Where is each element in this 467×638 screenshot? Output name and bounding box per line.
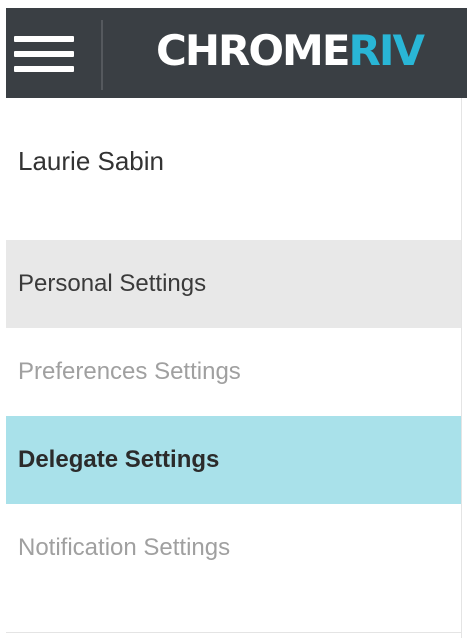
content-edge [461,98,467,638]
menu-item-delegate-settings[interactable]: Delegate Settings [6,416,461,504]
menu-item-label: Delegate Settings [18,446,220,473]
brand-logo[interactable]: CHROMERIV [156,26,467,76]
user-section: Laurie Sabin [6,98,461,240]
hamburger-line [14,66,74,72]
logo-accent-text: RIV [348,26,425,75]
hamburger-line [14,36,74,42]
menu-item-preferences-settings[interactable]: Preferences Settings [6,328,461,416]
menu-item-label: Personal Settings [18,270,207,297]
logo-main-text: CHROME [156,26,351,75]
top-bar: CHROMERIV [6,8,467,98]
menu-item-personal-settings[interactable]: Personal Settings [6,240,461,328]
menu-item-label: Preferences Settings [18,358,241,385]
menu-item-label: Notification Settings [18,534,231,561]
user-name: Laurie Sabin [18,146,164,176]
header-divider [101,20,103,90]
menu-bottom-divider [6,632,461,633]
hamburger-menu-icon[interactable] [14,36,74,76]
settings-menu: Personal Settings Preferences Settings D… [6,240,461,592]
menu-item-notification-settings[interactable]: Notification Settings [6,504,461,592]
hamburger-line [14,51,74,57]
